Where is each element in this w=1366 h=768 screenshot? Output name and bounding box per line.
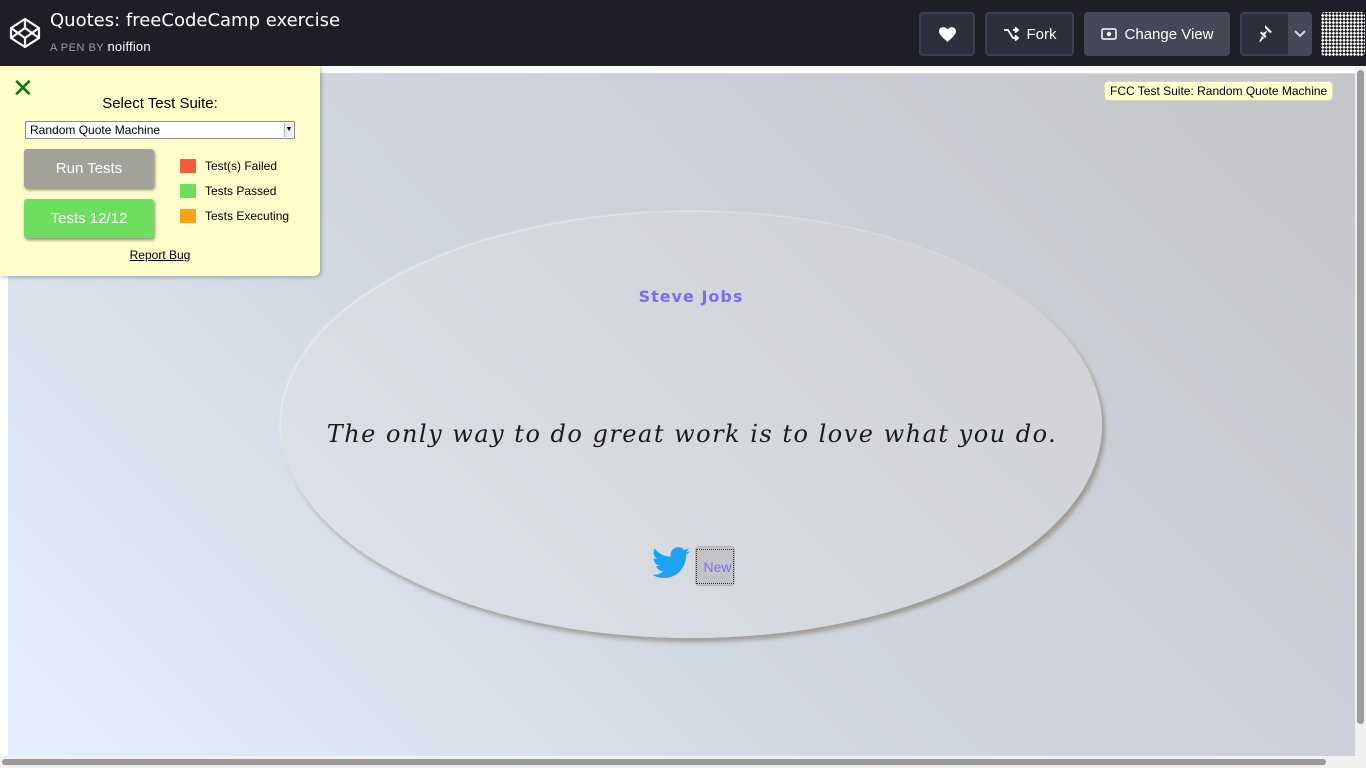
- fork-button[interactable]: Fork: [985, 12, 1074, 56]
- pin-dropdown-button[interactable]: [1288, 12, 1312, 56]
- chevron-down-icon: [1294, 30, 1306, 38]
- new-quote-button[interactable]: New: [695, 546, 735, 586]
- pen-byline: A PEN BY noiffion: [50, 39, 151, 54]
- codepen-logo-icon[interactable]: [9, 17, 41, 49]
- fcc-test-suite-panel: ✕ Select Test Suite: Random Quote Machin…: [0, 66, 320, 276]
- legend-executing: Tests Executing: [180, 208, 289, 224]
- legend-swatch-passed: [180, 184, 196, 198]
- pin-button[interactable]: [1240, 12, 1290, 56]
- heart-icon: [938, 26, 956, 42]
- legend-label-passed: Tests Passed: [205, 184, 277, 198]
- legend-swatch-failed: [180, 159, 196, 173]
- change-view-button[interactable]: Change View: [1084, 12, 1230, 56]
- user-avatar[interactable]: [1321, 12, 1365, 56]
- change-view-label: Change View: [1124, 25, 1214, 43]
- twitter-icon[interactable]: [652, 547, 690, 579]
- legend-label-executing: Tests Executing: [205, 209, 290, 223]
- pen-author-link[interactable]: noiffion: [108, 39, 151, 54]
- byline-prefix: A PEN BY: [50, 42, 104, 54]
- legend-swatch-executing: [180, 209, 196, 223]
- test-results-button[interactable]: Tests 12/12: [24, 199, 154, 238]
- test-suite-select[interactable]: Random Quote Machine ▼: [25, 121, 295, 139]
- vertical-scrollbar-thumb[interactable]: [1357, 70, 1364, 724]
- legend-passed: Tests Passed: [180, 183, 276, 199]
- avatar-pattern: [1321, 12, 1365, 56]
- horizontal-scrollbar-thumb[interactable]: [2, 759, 1326, 765]
- fcc-test-suite-tooltip: FCC Test Suite: Random Quote Machine: [1104, 81, 1334, 101]
- quote-author: Steve Jobs: [638, 287, 744, 306]
- legend-label-failed: Test(s) Failed: [205, 159, 278, 173]
- new-quote-label: New: [696, 548, 734, 584]
- pin-icon: [1259, 25, 1272, 42]
- codepen-header: Quotes: freeCodeCamp exercise A PEN BY n…: [0, 0, 1366, 66]
- test-suite-label: Select Test Suite:: [102, 95, 218, 112]
- fork-icon: [1003, 27, 1019, 41]
- run-tests-button[interactable]: Run Tests: [24, 149, 154, 188]
- fork-label: Fork: [1026, 25, 1057, 43]
- heart-button[interactable]: [919, 12, 975, 56]
- legend-failed: Test(s) Failed: [180, 158, 277, 174]
- quote-text: The only way to do great work is to love…: [326, 420, 1058, 448]
- pen-title[interactable]: Quotes: freeCodeCamp exercise: [50, 10, 340, 31]
- test-suite-selected-value: Random Quote Machine: [30, 123, 161, 137]
- eye-icon: [1100, 28, 1117, 40]
- select-arrow-icon: ▼: [284, 123, 293, 137]
- report-bug-link[interactable]: Report Bug: [0, 248, 320, 262]
